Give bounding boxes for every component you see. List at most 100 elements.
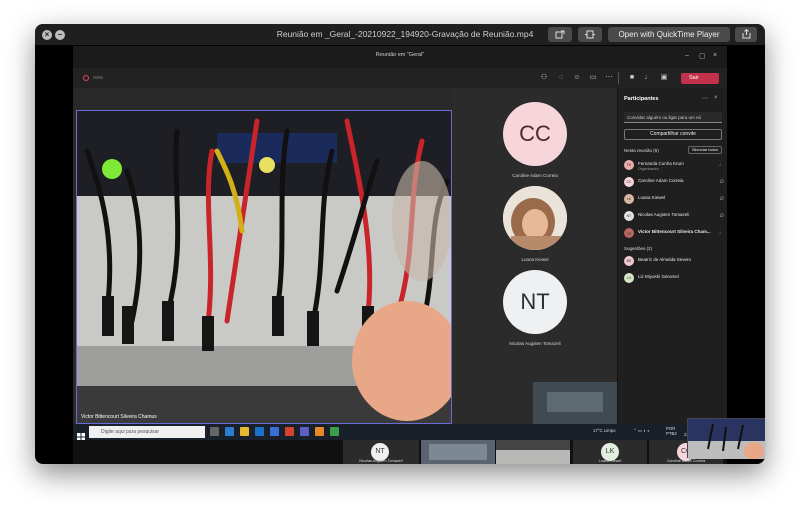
- participant-name-nicolas: Nicolas Augsten Tomazeli: [509, 341, 561, 346]
- invite-search-placeholder: Convidar alguém ou ligar para um nú: [627, 115, 702, 120]
- windows-taskbar: Digite aqui para pesquisar 17°C Limpo ⌃ …: [73, 424, 727, 441]
- suggestion-row[interactable]: LG Liz Miyoshi Geromel: [624, 272, 724, 286]
- microphone-icon[interactable]: ♩: [644, 74, 652, 82]
- panel-close-icon[interactable]: ×: [714, 95, 718, 101]
- tray-icons[interactable]: ⌃ ▭ ◖ ◗: [633, 428, 649, 434]
- invite-search-input[interactable]: Convidar alguém ou ligar para um nú: [624, 112, 722, 123]
- participant-row[interactable]: CC Caroline Adam Correia ∅: [624, 176, 724, 190]
- trim-icon: [585, 30, 595, 39]
- toolbar-divider: [618, 72, 619, 84]
- participant-row[interactable]: VB Victor Bittencourt Silveira Cham... ♩: [624, 227, 724, 241]
- more-options-icon[interactable]: ⋯: [605, 74, 613, 82]
- rooms-icon[interactable]: ▭: [589, 74, 597, 82]
- close-icon[interactable]: ×: [42, 30, 52, 40]
- teams-close-icon[interactable]: ×: [713, 52, 717, 59]
- main-video-stage: Victor Bittencourt Silveira Chamus: [76, 110, 452, 424]
- edge-icon[interactable]: [225, 427, 234, 436]
- strip-table-preview: [496, 440, 570, 450]
- teams-icon[interactable]: [300, 427, 309, 436]
- rotate-icon: [555, 30, 565, 39]
- participants-icon[interactable]: ⚇: [540, 74, 548, 82]
- participant-row[interactable]: FK Fernanda Cunha Krum Organizador ♩: [624, 159, 724, 173]
- mail-icon[interactable]: [270, 427, 279, 436]
- share-invite-button[interactable]: Compartilhar convite: [624, 129, 722, 140]
- suggestion-avatar: BS: [624, 256, 634, 266]
- player-title: Reunião em _Geral_-20210922_194920-Grava…: [276, 29, 534, 39]
- participants-panel: Participantes ⋯ × Convidar alguém ou lig…: [617, 88, 727, 424]
- quicktime-window: × – Reunião em _Geral_-20210922_194920-G…: [35, 24, 765, 464]
- strip-name: Caroline Adam Correia: [666, 459, 706, 463]
- participant-avatar: CC: [624, 177, 634, 187]
- strip-screen-preview: [429, 444, 487, 460]
- teams-maximize-icon[interactable]: ▢: [699, 52, 706, 60]
- chat-icon[interactable]: ◌: [557, 74, 565, 82]
- suggestion-name: Liz Miyoshi Geromel: [638, 274, 679, 279]
- rotate-button[interactable]: [548, 27, 572, 42]
- strip-name: Nicolas Augsten Tomazeli: [359, 459, 403, 463]
- participant-avatar: LK: [624, 194, 634, 204]
- taskbar-search-placeholder: Digite aqui para pesquisar: [101, 429, 160, 435]
- avatar-cc[interactable]: CC: [503, 102, 567, 166]
- participant-avatar: NT: [624, 211, 634, 221]
- meeting-timer: [93, 76, 103, 79]
- share-screen-icon[interactable]: ▣: [660, 74, 668, 82]
- share-button[interactable]: [735, 27, 757, 42]
- suggestion-name: Beatriz de Almeida Severo: [638, 257, 692, 262]
- teams-minimize-icon[interactable]: –: [685, 52, 689, 59]
- trim-button[interactable]: [578, 27, 602, 42]
- office-icon[interactable]: [285, 427, 294, 436]
- open-with-quicktime-button[interactable]: Open with QuickTime Player: [608, 27, 730, 42]
- participants-strip: NT Nicolas Augsten Tomazeli LK Luana Kie…: [73, 440, 727, 464]
- participant-avatar: FK: [624, 160, 634, 170]
- meeting-toolbar: ⚇ ◌ ☺ ▭ ⋯ ■ ♩ ▣ Sair: [73, 68, 727, 88]
- strip-tile-nicolas[interactable]: NT Nicolas Augsten Tomazeli: [343, 440, 419, 464]
- mic-icon: ♩: [719, 162, 724, 168]
- explorer-icon[interactable]: [240, 427, 249, 436]
- breadboard-video: [77, 111, 451, 423]
- participant-name: Nicolas Augsten Tomazeli: [638, 212, 690, 217]
- luana-video-icon: [503, 186, 567, 250]
- mute-all-button[interactable]: Silenciar todos: [688, 146, 722, 154]
- suggestion-avatar: LG: [624, 273, 634, 283]
- taskbar-search-input[interactable]: Digite aqui para pesquisar: [89, 426, 205, 438]
- suggestions-header[interactable]: Sugestões (2): [624, 246, 652, 251]
- teams-window: Reunião em "Geral" – ▢ × ⚇ ◌ ☺ ▭ ⋯ ■ ♩ ▣…: [73, 46, 727, 464]
- suggestion-row[interactable]: BS Beatriz de Almeida Severo: [624, 255, 724, 269]
- participant-row[interactable]: LK Luana Kiewel ∅: [624, 193, 724, 207]
- reactions-icon[interactable]: ☺: [573, 74, 581, 82]
- mic-off-icon: ∅: [719, 213, 724, 219]
- windows-start-icon[interactable]: [77, 428, 85, 441]
- teams-title-bar: Reunião em "Geral" – ▢ ×: [73, 46, 727, 68]
- chrome-icon[interactable]: [330, 427, 339, 436]
- share-invite-label: Compartilhar convite: [650, 131, 696, 137]
- share-icon: [742, 28, 750, 39]
- panel-popout-icon[interactable]: ⋯: [702, 95, 708, 102]
- store-icon[interactable]: [255, 427, 264, 436]
- language-indicator[interactable]: POR PTB2: [666, 426, 682, 436]
- leave-button[interactable]: Sair: [681, 73, 719, 84]
- participant-row[interactable]: NT Nicolas Augsten Tomazeli ∅: [624, 210, 724, 224]
- strip-name: Luana Kiewel: [598, 459, 622, 463]
- recording-icon: [83, 75, 89, 81]
- floating-video-thumbnail[interactable]: [687, 418, 765, 460]
- stage-participant-name: Victor Bittencourt Silveira Chamus: [81, 414, 157, 420]
- avatar-luana[interactable]: [503, 186, 567, 250]
- mic-off-icon: ∅: [719, 179, 724, 185]
- weather-status[interactable]: 17°C Limpo: [593, 428, 616, 433]
- participant-name: Caroline Adam Correia: [638, 178, 684, 183]
- minimize-icon[interactable]: –: [55, 30, 65, 40]
- strip-tile-luana[interactable]: LK Luana Kiewel: [573, 440, 647, 464]
- strip-tile-screen[interactable]: [421, 440, 495, 464]
- camera-icon[interactable]: ■: [628, 74, 636, 82]
- participant-name: Fernanda Cunha Krum: [638, 161, 684, 166]
- avatar-nt[interactable]: NT: [503, 270, 567, 334]
- task-view-icon[interactable]: [210, 427, 219, 436]
- in-meeting-header[interactable]: Nesta reunião (5): [624, 148, 659, 153]
- participant-name: Luana Kiewel: [638, 195, 666, 200]
- app-icon[interactable]: [315, 427, 324, 436]
- self-view-thumbnail[interactable]: [533, 382, 617, 424]
- strip-tile-table[interactable]: [496, 440, 570, 464]
- participant-avatar: VB: [624, 228, 634, 238]
- player-title-bar: × – Reunião em _Geral_-20210922_194920-G…: [35, 24, 765, 46]
- panel-title: Participantes: [624, 96, 659, 102]
